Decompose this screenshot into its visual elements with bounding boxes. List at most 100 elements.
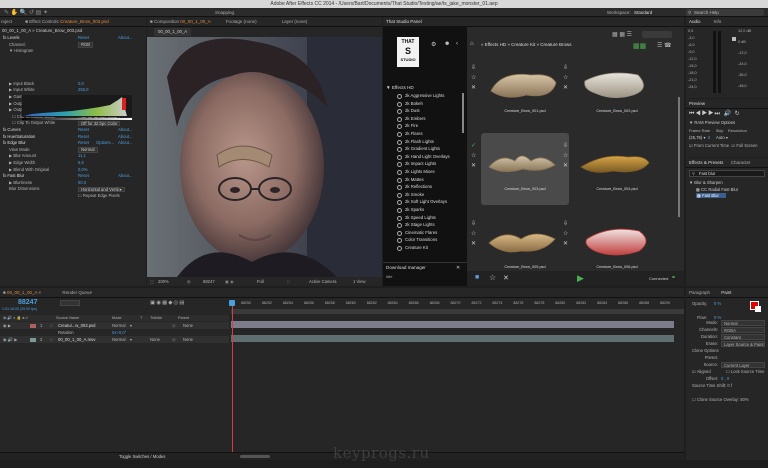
effect-item-fast-blur[interactable]: ▩ Fast Blur	[696, 193, 726, 198]
tsp-category-item[interactable]: 2k Smoke	[383, 191, 463, 199]
favorite-icon[interactable]: ☆	[563, 229, 568, 239]
thumbnail-actions[interactable]: ⇩ ☆ ✕	[563, 63, 568, 93]
remove-icon[interactable]: ✕	[471, 83, 476, 93]
effect-row-select[interactable]: Normal	[78, 147, 98, 153]
current-time-indicator[interactable]	[232, 301, 233, 460]
timeline-zoom-slider[interactable]	[240, 455, 270, 458]
layer-1-track-bar[interactable]	[231, 321, 674, 328]
paint-setting-row[interactable]	[688, 389, 768, 396]
effect-row-value[interactable]: 0,0%	[78, 167, 88, 174]
tab-paint[interactable]: Paint	[721, 290, 731, 295]
layer-2-track-bar[interactable]	[231, 335, 674, 342]
effect-row-link[interactable]: About...	[118, 140, 132, 147]
toggle-switches-modes[interactable]: Toggle Switches / Modes	[119, 453, 165, 461]
paint-setting-row[interactable]: Offset: 0 , 0	[688, 375, 768, 382]
tsp-category-item[interactable]: 2k Dust	[383, 107, 463, 115]
ram-preview-options[interactable]: ▼ RAM Preview Options	[689, 120, 735, 125]
thumbnail-actions[interactable]: ⇩ ☆ ✕	[471, 219, 476, 249]
download-icon[interactable]: ⇩	[471, 63, 476, 73]
tab-paragraph[interactable]: Paragraph	[689, 290, 710, 295]
effect-row-link[interactable]: Options...	[96, 140, 114, 147]
favorite-icon[interactable]: ☆	[563, 73, 568, 83]
effect-row-value[interactable]: 0,0	[78, 81, 84, 88]
layer-2-parent[interactable]: None	[183, 336, 193, 343]
paint-setting-row[interactable]: Clone Options	[688, 347, 768, 354]
col-trkmat[interactable]: TrkMat	[150, 315, 162, 321]
tab-timeline-comp[interactable]: ■ 00_00_1_00_A ×	[3, 290, 41, 295]
tsp-category-item[interactable]: 2k Aggressive Lights	[383, 92, 463, 100]
paint-setting-row[interactable]: Preset:	[688, 354, 768, 361]
tsp-breadcrumb[interactable]: » Effects HD » Creature Kit » Creature B…	[481, 42, 571, 47]
camera-select[interactable]: Active Camera	[309, 277, 336, 286]
effect-row[interactable]: Blur Dimensions Horizontal and Vertic▾	[0, 186, 146, 193]
tsp-category-item[interactable]: 2k Gradient Lights	[383, 145, 463, 153]
favorite-star-icon[interactable]: ☆	[489, 273, 496, 282]
download-manager-label[interactable]: Download manager	[386, 265, 426, 270]
effect-row-select[interactable]: Horizontal and Vertic▾	[78, 186, 125, 193]
region-icon[interactable]: □	[287, 277, 290, 286]
layer-1-rotation-row[interactable]: Rotation 0x+0,0°	[0, 329, 229, 336]
thumbnail-card[interactable]: Creature_Brow_002.psd	[573, 55, 661, 127]
paint-setting-row[interactable]: Source Time Shift: 0 f	[688, 382, 768, 389]
timeline-ruler[interactable]: 88250 88252 88254 88256 88258 88260 88262 88264…	[231, 301, 684, 309]
layer-2-switches[interactable]: ◉ 🔊 ▶	[3, 336, 17, 343]
effect-row-select[interactable]: RGB	[78, 42, 94, 48]
effect-row[interactable]: fx Curves Reset About...	[0, 127, 146, 134]
layer-2-pickwhip-icon[interactable]: ◎	[172, 336, 176, 343]
tsp-category-item[interactable]: Creature Kit	[383, 244, 463, 252]
composition-viewer[interactable]	[147, 37, 382, 277]
timeline-switch-icons[interactable]: ▣◉▦◆◎▤	[150, 300, 185, 306]
zoom-select[interactable]: 200%	[158, 277, 169, 286]
effect-row[interactable]: ☐ Repeat Edge Pixels	[0, 193, 146, 200]
layer-1-label-color[interactable]	[30, 323, 36, 328]
camera-icon[interactable]: ◎	[187, 277, 191, 286]
effect-row-value[interactable]: 255,0	[78, 87, 88, 94]
layer-row-1[interactable]: ◉ ▶ 1 □ Creatur...w_003.psd Normal ▾ ◎ N…	[0, 322, 229, 329]
effect-row-value[interactable]: 8,6	[78, 160, 84, 167]
remove-icon[interactable]: ✕	[563, 161, 568, 171]
layer-2-mode[interactable]: Normal	[112, 336, 126, 343]
tsp-category-item[interactable]: 2k Mattes	[383, 176, 463, 184]
tab-layer[interactable]: Layer (none)	[282, 19, 308, 24]
col-parent[interactable]: Parent	[178, 315, 189, 321]
playhead-handle[interactable]	[229, 300, 235, 306]
favorite-icon[interactable]: ☆	[471, 73, 476, 83]
favorite-icon[interactable]: ☆	[471, 229, 476, 239]
remove-icon[interactable]: ✕	[563, 239, 568, 249]
search-help-input[interactable]: ⚲ Search Help	[686, 9, 764, 16]
tab-audio[interactable]: Audio	[689, 19, 701, 24]
layer-1-parent[interactable]: None	[183, 322, 193, 329]
tsp-category-item[interactable]: 2k Stage Lights	[383, 221, 463, 229]
effect-row[interactable]: fx Hue/Saturation Reset About...	[0, 134, 146, 141]
tsp-category-item[interactable]: 2k Speed Lights	[383, 214, 463, 222]
tsp-category-item[interactable]: 2k Bokeh	[383, 100, 463, 108]
tsp-category-item[interactable]: 2k Flares	[383, 130, 463, 138]
layer-row-2[interactable]: ◉ 🔊 ▶ 2 □ 00_00_1_00_A.mov Normal ▾ None…	[0, 336, 229, 343]
effect-row[interactable]: ☐ Clip To Output White Off for 32 bpc Col…	[0, 120, 146, 127]
tsp-list-scrollbar[interactable]	[462, 93, 464, 133]
tab-preview[interactable]: Preview	[689, 101, 705, 106]
user-icon[interactable]: ☻	[444, 41, 450, 47]
grid-view-icons[interactable]: ▦ ▦ ☰	[612, 31, 632, 38]
effect-item-cc-radial-fast-blur[interactable]: ▩ CC Radial Fast Blur	[696, 187, 738, 192]
tab-info[interactable]: Info	[714, 19, 722, 24]
levels-histogram[interactable]	[22, 95, 132, 117]
paint-setting-row[interactable]: ☐ Clone Source Overlay: 50%	[688, 396, 768, 403]
work-area-bar[interactable]	[231, 309, 684, 314]
effect-row-value[interactable]: Reset	[78, 134, 89, 141]
background-color-swatch[interactable]	[755, 306, 761, 312]
playback-controls[interactable]: ⏮◀▶▶⏭ 🔊 ↻	[689, 110, 741, 118]
tsp-search-input[interactable]	[642, 31, 672, 38]
layer-2-name[interactable]: 00_00_1_00_A.mov	[58, 336, 96, 343]
effect-row[interactable]: ▶ Blurriness 50,0	[0, 180, 146, 187]
resolution-select[interactable]: Full	[257, 277, 264, 286]
paint-setting-row[interactable]: Duration: Constant	[688, 333, 768, 340]
snapping-label[interactable]: Snapping	[215, 8, 234, 17]
layer-1-mode[interactable]: Normal	[112, 322, 126, 329]
download-close-icon[interactable]: ✕	[456, 265, 460, 271]
effect-row-link[interactable]: About...	[118, 127, 132, 134]
download-icon[interactable]: ⇩	[563, 141, 568, 151]
col-mode[interactable]: Mode	[112, 315, 122, 321]
tool-icons[interactable]: ✎ ✋ 🔍 ↺ ▤ ✦	[4, 9, 48, 16]
paint-setting-row[interactable]: Erase: Layer Source & Paint	[688, 340, 768, 347]
